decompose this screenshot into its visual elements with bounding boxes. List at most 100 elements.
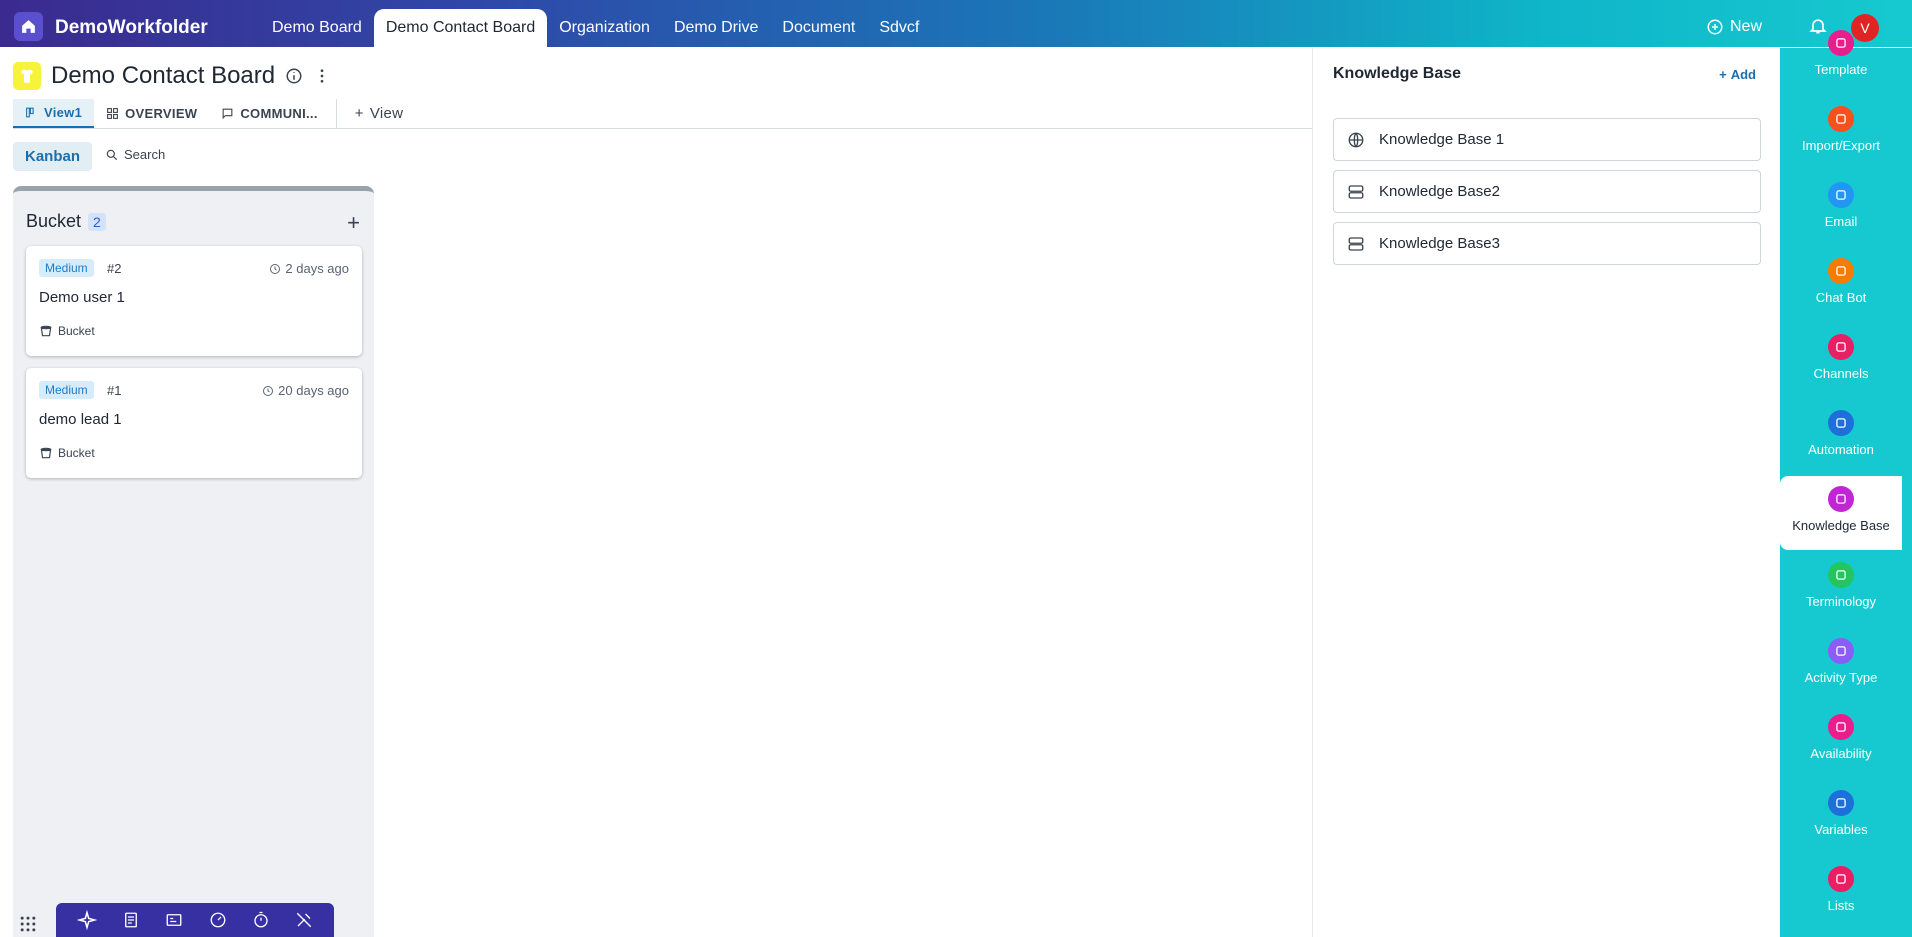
- knowledge-base-item[interactable]: Knowledge Base2: [1333, 170, 1761, 213]
- kanban-card[interactable]: Medium #2 2 days ago Demo user 1 Bucket: [26, 246, 362, 356]
- clock-icon: [263, 385, 274, 396]
- clock-icon: [270, 263, 281, 274]
- board-tabs: Demo Board Demo Contact Board Organizati…: [260, 9, 931, 47]
- sidebar-item-import-export[interactable]: Import/Export: [1780, 96, 1902, 170]
- card-timestamp: 20 days ago: [262, 383, 349, 398]
- sidebar-item-label: Template: [1814, 62, 1868, 77]
- board-header: Demo Contact Board: [13, 62, 331, 90]
- gauge-icon[interactable]: [209, 911, 227, 929]
- column-count-badge: 2: [88, 212, 106, 231]
- terminology-icon: [1828, 562, 1854, 588]
- template-icon: [1828, 30, 1854, 56]
- kanban-card[interactable]: Medium #1 20 days ago demo lead 1 Bucket: [26, 368, 362, 478]
- knowledge-base-item[interactable]: Knowledge Base3: [1333, 222, 1761, 265]
- divider: [335, 99, 337, 128]
- plus-circle-icon: [1707, 19, 1723, 35]
- view-tab-communication[interactable]: COMMUNI...: [209, 99, 329, 128]
- card-number: #2: [107, 261, 122, 276]
- column-header: Bucket 2: [26, 211, 106, 232]
- sidebar-item-terminology[interactable]: Terminology: [1780, 552, 1902, 626]
- tools-icon[interactable]: [295, 911, 313, 929]
- sidebar-item-template[interactable]: Template: [1780, 20, 1902, 94]
- sidebar-item-label: Channels: [1813, 366, 1869, 381]
- kanban-column-bucket: Bucket 2 + Medium #2 2 days ago Demo use…: [13, 186, 374, 937]
- card-title: Demo user 1: [39, 289, 125, 306]
- sidebar-item-knowledge-base[interactable]: Knowledge Base: [1780, 476, 1902, 550]
- sidebar-item-label: Knowledge Base: [1792, 518, 1890, 533]
- view-tab-label: View1: [44, 105, 83, 120]
- knowledge-base-icon: [1828, 486, 1854, 512]
- tab-demo-contact-board[interactable]: Demo Contact Board: [373, 9, 548, 47]
- card-timestamp: 2 days ago: [269, 261, 349, 276]
- tab-document[interactable]: Document: [770, 9, 867, 47]
- info-icon[interactable]: [285, 67, 303, 85]
- activity-type-icon: [1828, 638, 1854, 664]
- card-bucket: Bucket: [39, 446, 95, 460]
- sidebar-scrollbar[interactable]: [1902, 48, 1912, 937]
- add-label: Add: [1730, 67, 1756, 82]
- plus-icon: +: [1719, 67, 1727, 82]
- kanban-button[interactable]: Kanban: [13, 142, 93, 171]
- card-bucket-label: Bucket: [58, 446, 95, 460]
- sidebar-item-label: Email: [1824, 214, 1858, 229]
- sidebar-item-label: Chat Bot: [1815, 290, 1867, 305]
- home-icon: [22, 20, 35, 33]
- search-icon: [106, 149, 118, 160]
- sparkle-icon[interactable]: [76, 910, 97, 930]
- view-tab-view1[interactable]: View1: [13, 99, 95, 128]
- sidebar-item-label: Lists: [1827, 898, 1855, 913]
- workspace-name[interactable]: DemoWorkfolder: [55, 17, 208, 39]
- automation-icon: [1828, 410, 1854, 436]
- import-export-icon: [1828, 106, 1854, 132]
- sidebar-item-availability[interactable]: Availability: [1780, 704, 1902, 778]
- home-button[interactable]: [14, 12, 43, 41]
- sidebar-item-label: Import/Export: [1801, 138, 1881, 153]
- card-title: demo lead 1: [39, 411, 122, 428]
- knowledge-base-item[interactable]: Knowledge Base 1: [1333, 118, 1761, 161]
- right-sidebar: Template Import/Export Email Chat Bot Channe…: [1780, 30, 1902, 937]
- knowledge-base-label: Knowledge Base 1: [1379, 131, 1505, 148]
- database-icon: [1348, 236, 1364, 251]
- email-icon: [1828, 182, 1854, 208]
- sidebar-item-email[interactable]: Email: [1780, 172, 1902, 246]
- add-knowledge-base-button[interactable]: + Add: [1719, 67, 1756, 82]
- column-title: Bucket: [26, 211, 82, 231]
- tab-demo-board[interactable]: Demo Board: [260, 9, 374, 47]
- tab-demo-drive[interactable]: Demo Drive: [662, 9, 770, 47]
- tab-sdvcf[interactable]: Sdvcf: [867, 9, 931, 47]
- priority-badge: Medium: [39, 259, 94, 277]
- kanban-icon: [26, 107, 34, 118]
- card-bucket-label: Bucket: [58, 324, 95, 338]
- new-button[interactable]: New: [1706, 18, 1762, 36]
- card-bucket: Bucket: [39, 324, 95, 338]
- document-icon[interactable]: [122, 911, 140, 929]
- bucket-icon: [40, 325, 52, 337]
- page-title: Demo Contact Board: [51, 62, 276, 89]
- sidebar-item-channels[interactable]: Channels: [1780, 324, 1902, 398]
- view-tab-overview[interactable]: OVERVIEW: [94, 99, 209, 128]
- apps-grid-button[interactable]: [18, 914, 38, 937]
- sidebar-item-automation[interactable]: Automation: [1780, 400, 1902, 474]
- search-button[interactable]: Search: [105, 147, 165, 162]
- sidebar-item-label: Availability: [1810, 746, 1872, 761]
- sidebar-item-activity-type[interactable]: Activity Type: [1780, 628, 1902, 702]
- sidebar-item-variables[interactable]: Variables: [1780, 780, 1902, 854]
- knowledge-base-label: Knowledge Base3: [1379, 235, 1500, 252]
- availability-icon: [1828, 714, 1854, 740]
- tab-organization[interactable]: Organization: [547, 9, 662, 47]
- plus-icon: +: [354, 105, 364, 122]
- add-view-button[interactable]: + View: [343, 99, 416, 128]
- card-time-text: 2 days ago: [285, 261, 349, 276]
- chat-icon: [222, 108, 233, 120]
- sidebar-item-lists[interactable]: Lists: [1780, 856, 1902, 930]
- grid-icon: [20, 916, 36, 932]
- top-navigation-bar: DemoWorkfolder Demo Board Demo Contact B…: [0, 0, 1912, 47]
- timer-icon[interactable]: [252, 911, 270, 929]
- sidebar-item-chat-bot[interactable]: Chat Bot: [1780, 248, 1902, 322]
- view-tab-label: OVERVIEW: [125, 106, 198, 121]
- bucket-icon: [40, 447, 52, 459]
- id-card-icon[interactable]: [165, 911, 183, 929]
- more-vertical-icon[interactable]: [313, 67, 331, 85]
- channels-icon: [1828, 334, 1854, 360]
- add-card-button[interactable]: +: [347, 210, 360, 236]
